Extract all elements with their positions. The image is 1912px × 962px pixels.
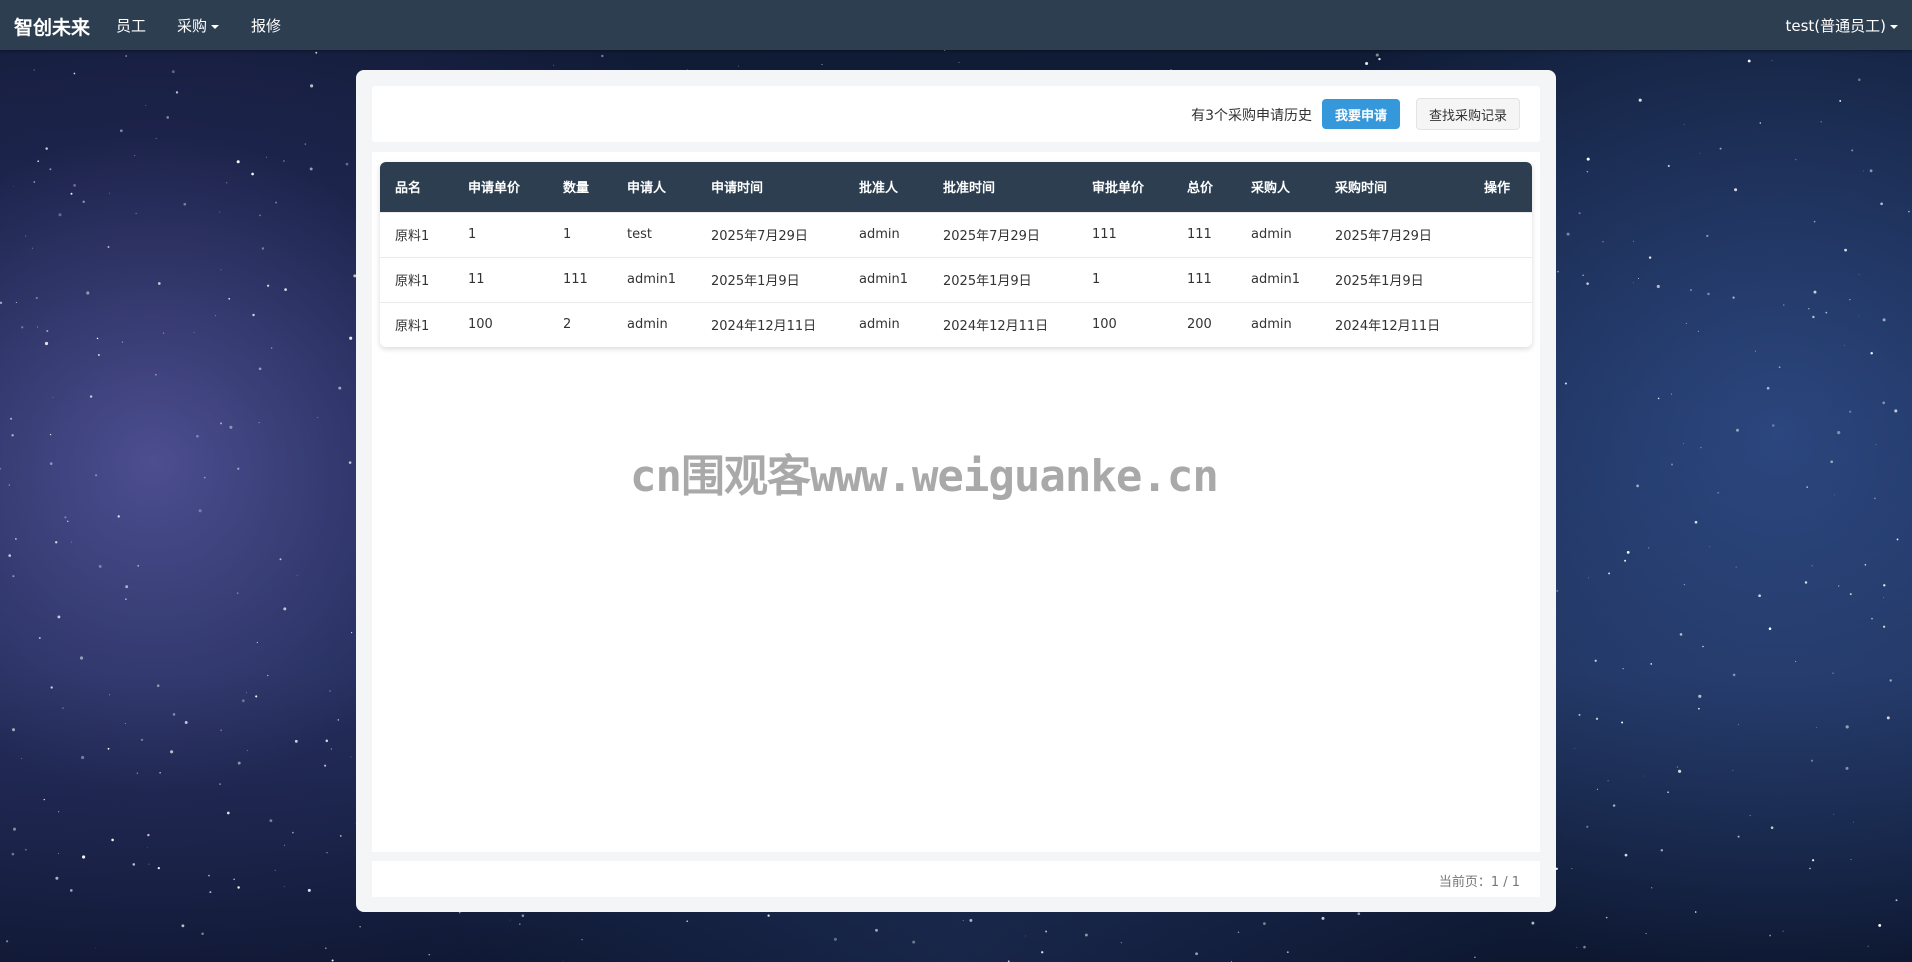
column-header: 采购时间	[1335, 181, 1388, 197]
table-cell: 1	[468, 227, 477, 242]
caret-down-icon	[211, 24, 220, 29]
table-cell: 2025年7月29日	[1335, 229, 1432, 244]
table-cell	[1469, 302, 1532, 347]
user-name: test(普通员工)	[1785, 17, 1886, 35]
table-cell: 111	[1187, 272, 1212, 287]
table-cell: 1	[563, 227, 572, 242]
table-cell	[1469, 257, 1532, 302]
table-cell: 111	[1092, 227, 1117, 242]
table-cell: 2025年1月9日	[943, 274, 1032, 289]
column-header: 采购人	[1251, 181, 1291, 197]
nav-item-purchase[interactable]: 采购	[177, 15, 220, 36]
top-navbar: 智创未来 员工 采购 报修 test(普通员工)	[0, 0, 1912, 50]
table-cell: admin1	[627, 272, 677, 287]
table-cell: admin	[859, 227, 900, 242]
table-cell: 2	[563, 317, 572, 333]
purchase-table: 品名 申请单价 数量 申请人 申请时间 批准人 批准时间 审批单价 总价 采购人 采购时间 操作 原料…	[380, 162, 1532, 347]
column-header: 品名	[395, 181, 422, 197]
brand-logo[interactable]: 智创未来	[14, 13, 90, 40]
column-header: 数量	[563, 181, 590, 197]
user-menu[interactable]: test(普通员工)	[1785, 15, 1898, 36]
history-count-text: 有3个采购申请历史	[1191, 108, 1312, 124]
table-cell: 2024年12月11日	[711, 319, 817, 335]
table-cell	[1469, 212, 1532, 257]
table-cell: admin	[627, 317, 668, 333]
search-records-button[interactable]: 查找采购记录	[1416, 98, 1520, 130]
table-cell: test	[627, 227, 652, 242]
nav-item-staff[interactable]: 员工	[116, 15, 146, 36]
column-header: 申请时间	[711, 181, 764, 197]
nav-item-label: 报修	[251, 17, 282, 35]
column-header: 申请人	[627, 181, 667, 197]
table-cell: 2025年7月29日	[711, 229, 808, 244]
toolbar: 有3个采购申请历史 我要申请 查找采购记录	[372, 86, 1540, 142]
pagination: 当前页：1 / 1	[372, 861, 1540, 897]
watermark: cn围观客www.weiguanke.cn	[630, 451, 1219, 502]
column-header: 申请单价	[468, 181, 521, 197]
table-header-row: 品名 申请单价 数量 申请人 申请时间 批准人 批准时间 审批单价 总价 采购人 采购时间 操作	[380, 162, 1532, 212]
table-cell: 111	[563, 272, 588, 287]
table-row: 原料1 100 2 admin 2024年12月11日 admin 2024年12月11日 1…	[380, 302, 1532, 347]
nav-item-repair[interactable]: 报修	[251, 15, 281, 36]
table-cell: admin1	[859, 272, 909, 287]
nav-item-label: 员工	[116, 17, 147, 35]
table-cell: 111	[1187, 227, 1212, 242]
table-cell: 2025年1月9日	[711, 274, 800, 289]
column-header: 审批单价	[1092, 181, 1145, 197]
table-cell: admin1	[1251, 272, 1301, 287]
table-cell: 2024年12月11日	[1335, 319, 1441, 335]
page-indicator: 当前页：1 / 1	[1438, 875, 1520, 890]
table-row: 原料1 11 111 admin1 2025年1月9日 admin1 2025年1月9日 1 1…	[380, 257, 1532, 302]
column-header: 总价	[1187, 181, 1214, 197]
table-cell: 2025年7月29日	[943, 229, 1040, 244]
table-cell: 2025年1月9日	[1335, 274, 1424, 289]
table-cell: 2024年12月11日	[943, 319, 1049, 335]
table-cell: 11	[468, 272, 485, 287]
column-header: 批准人	[859, 181, 899, 197]
table-cell: 原料1	[395, 274, 430, 289]
column-header: 批准时间	[943, 181, 996, 197]
table-cell: 100	[1092, 317, 1117, 333]
table-cell: 200	[1187, 317, 1212, 333]
nav-item-label: 采购	[177, 17, 208, 35]
table-cell: 原料1	[395, 319, 430, 335]
table-cell: admin	[859, 317, 900, 333]
table-cell: 1	[1092, 272, 1101, 287]
apply-button[interactable]: 我要申请	[1322, 99, 1400, 129]
table-cell: 100	[468, 317, 493, 333]
table-cell: 原料1	[395, 229, 430, 244]
table-cell: admin	[1251, 317, 1292, 333]
column-header: 操作	[1484, 181, 1511, 197]
table-row: 原料1 1 1 test 2025年7月29日 admin 2025年7月29日 111 111…	[380, 212, 1532, 257]
caret-down-icon	[1890, 24, 1898, 29]
table-cell: admin	[1251, 227, 1292, 242]
